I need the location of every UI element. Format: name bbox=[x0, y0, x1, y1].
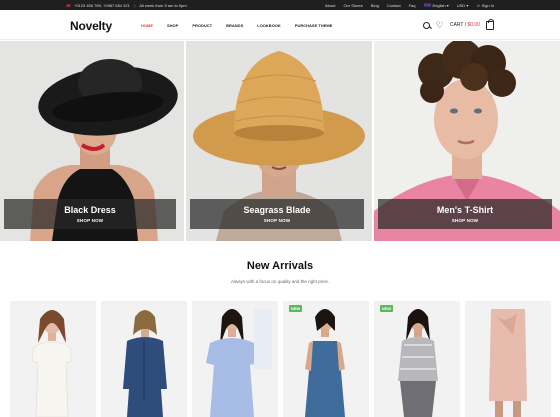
link-about[interactable]: About bbox=[325, 3, 335, 8]
signin-label: Sign In bbox=[481, 2, 494, 8]
main-nav: HOME SHOP PRODUCT BRANDS LOOKBOOK PURCHA… bbox=[141, 10, 332, 40]
phone-icon: ☎ bbox=[66, 2, 71, 8]
banner-seagrass-blade[interactable]: Seagrass Blade SHOP NOW bbox=[186, 41, 372, 241]
main-header: Novelty HOME SHOP PRODUCT BRANDS LOOKBOO… bbox=[0, 10, 560, 40]
currency-label: USD bbox=[456, 2, 466, 8]
banner-mens-t-shirt[interactable]: Men's T-Shirt SHOP NOW bbox=[374, 41, 560, 241]
uk-flag-icon bbox=[423, 3, 431, 8]
product-image bbox=[206, 309, 272, 417]
banner-caption: Men's T-Shirt SHOP NOW bbox=[378, 199, 552, 229]
link-blog[interactable]: Blog bbox=[371, 3, 379, 8]
clock-icon: ◷ bbox=[132, 2, 137, 8]
cart-label: CART / bbox=[449, 22, 467, 28]
hero-banners: Black Dress SHOP NOW Seagrass Blade SHOP… bbox=[0, 41, 560, 241]
nav-lookbook[interactable]: LOOKBOOK bbox=[257, 23, 281, 28]
nav-shop[interactable]: SHOP bbox=[167, 23, 178, 28]
product-card[interactable]: NEW bbox=[283, 301, 369, 417]
language-selector[interactable]: English ▾ bbox=[423, 2, 449, 8]
new-arrivals-subtitle: Always with a focus on quality and the r… bbox=[230, 279, 330, 284]
banner-black-dress[interactable]: Black Dress SHOP NOW bbox=[0, 41, 184, 241]
nav-brands[interactable]: BRANDS bbox=[226, 23, 243, 28]
product-card[interactable] bbox=[10, 301, 96, 417]
cart-link[interactable]: CART / $0.00 bbox=[450, 22, 480, 28]
product-card[interactable] bbox=[192, 301, 278, 417]
nav-purchase-theme[interactable]: PURCHASE THEME bbox=[295, 23, 333, 28]
product-card[interactable] bbox=[101, 301, 187, 417]
currency-selector[interactable]: USD ▾ bbox=[457, 3, 469, 8]
nav-product[interactable]: PRODUCT bbox=[192, 23, 212, 28]
banner-caption: Seagrass Blade SHOP NOW bbox=[190, 199, 364, 229]
signin-link[interactable]: ☺ Sign In bbox=[476, 3, 494, 8]
top-bar-contact: ☎ +0123 456 789, +0987 654 321 ◷ All wee… bbox=[66, 0, 187, 10]
site-logo[interactable]: Novelty bbox=[70, 19, 112, 33]
shopping-bag-icon[interactable] bbox=[486, 18, 494, 30]
product-card[interactable] bbox=[465, 301, 551, 417]
product-image bbox=[398, 309, 438, 417]
banner-title: Seagrass Blade bbox=[243, 205, 311, 215]
shop-now-link[interactable]: SHOP NOW bbox=[378, 218, 552, 223]
banner-caption: Black Dress SHOP NOW bbox=[4, 199, 176, 229]
banner-title: Black Dress bbox=[64, 205, 116, 215]
top-bar: ☎ +0123 456 789, +0987 654 321 ◷ All wee… bbox=[0, 0, 560, 10]
product-image bbox=[31, 310, 73, 417]
header-actions: ♡ CART / $0.00 bbox=[422, 10, 494, 40]
banner-title: Men's T-Shirt bbox=[436, 205, 494, 215]
product-image bbox=[123, 310, 167, 417]
product-image bbox=[305, 309, 345, 417]
phone-numbers: +0123 456 789, +0987 654 321 bbox=[73, 2, 130, 8]
nav-home[interactable]: HOME bbox=[141, 23, 153, 28]
cart-amount: $0.00 bbox=[467, 22, 480, 28]
product-image bbox=[489, 301, 527, 417]
user-icon: ☺ bbox=[476, 2, 481, 8]
wishlist-heart-icon[interactable]: ♡ bbox=[436, 20, 444, 30]
link-our-stores[interactable]: Our Stores bbox=[343, 3, 362, 8]
link-contact[interactable]: Contact bbox=[387, 3, 401, 8]
link-faq[interactable]: Faq bbox=[409, 3, 416, 8]
opening-hours: All week from 9 am to 9pm bbox=[139, 2, 187, 8]
shop-now-link[interactable]: SHOP NOW bbox=[190, 218, 364, 223]
product-card[interactable]: NEW bbox=[374, 301, 460, 417]
top-bar-links: About Our Stores Blog Contact Faq Englis… bbox=[325, 0, 494, 10]
new-arrivals-title: New Arrivals bbox=[246, 260, 314, 272]
product-grid: NEW NEW bbox=[0, 301, 560, 417]
language-label: English bbox=[432, 2, 446, 8]
search-icon[interactable] bbox=[422, 21, 430, 29]
shop-now-link[interactable]: SHOP NOW bbox=[4, 218, 176, 223]
